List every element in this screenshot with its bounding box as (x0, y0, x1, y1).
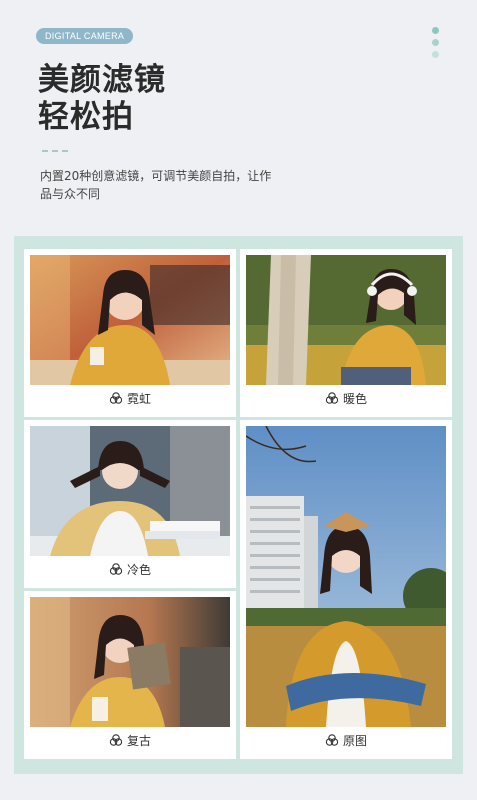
dot (432, 27, 439, 34)
filter-label: 霓虹 (30, 385, 230, 411)
filter-circles-icon (325, 734, 339, 746)
filter-circles-icon (109, 563, 123, 575)
filter-preview-image (30, 255, 230, 385)
dot (432, 39, 439, 46)
dot (432, 51, 439, 58)
filter-circles-icon (109, 392, 123, 404)
filter-name-neon: 霓虹 (126, 391, 151, 406)
filter-label: 复古 (30, 727, 230, 753)
divider-dashes (42, 150, 68, 152)
filter-name-original: 原图 (342, 733, 367, 748)
title-line-2: 轻松拍 (38, 99, 134, 135)
decorative-dots (432, 27, 439, 63)
filter-gallery: 霓虹 暖色 冷色 复古 原图 (14, 236, 463, 774)
filter-preview-image (30, 597, 230, 727)
title-line-1: 美颜滤镜 (38, 62, 166, 98)
filter-name-warm: 暖色 (342, 391, 367, 406)
filter-card-cool[interactable]: 冷色 (24, 420, 236, 588)
filter-label: 原图 (246, 727, 446, 753)
digital-camera-tag: DIGITAL CAMERA (36, 28, 134, 44)
filter-card-vintage[interactable]: 复古 (24, 591, 236, 759)
filter-name-vintage: 复古 (126, 733, 151, 748)
filter-circles-icon (109, 734, 123, 746)
page-title: 美颜滤镜 轻松拍 (38, 62, 166, 136)
filter-name-cool: 冷色 (126, 562, 151, 577)
filter-preview-image (246, 426, 446, 727)
filter-preview-image (30, 426, 230, 556)
feature-description: 内置20种创意滤镜，可调节美颜自拍，让作品与众不同 (40, 169, 272, 201)
filter-card-neon[interactable]: 霓虹 (24, 249, 236, 417)
filter-circles-icon (325, 392, 339, 404)
filter-preview-image (246, 255, 446, 385)
filter-label: 冷色 (30, 556, 230, 582)
filter-label: 暖色 (246, 385, 446, 411)
filter-card-warm[interactable]: 暖色 (240, 249, 452, 417)
filter-card-original[interactable]: 原图 (240, 420, 452, 759)
